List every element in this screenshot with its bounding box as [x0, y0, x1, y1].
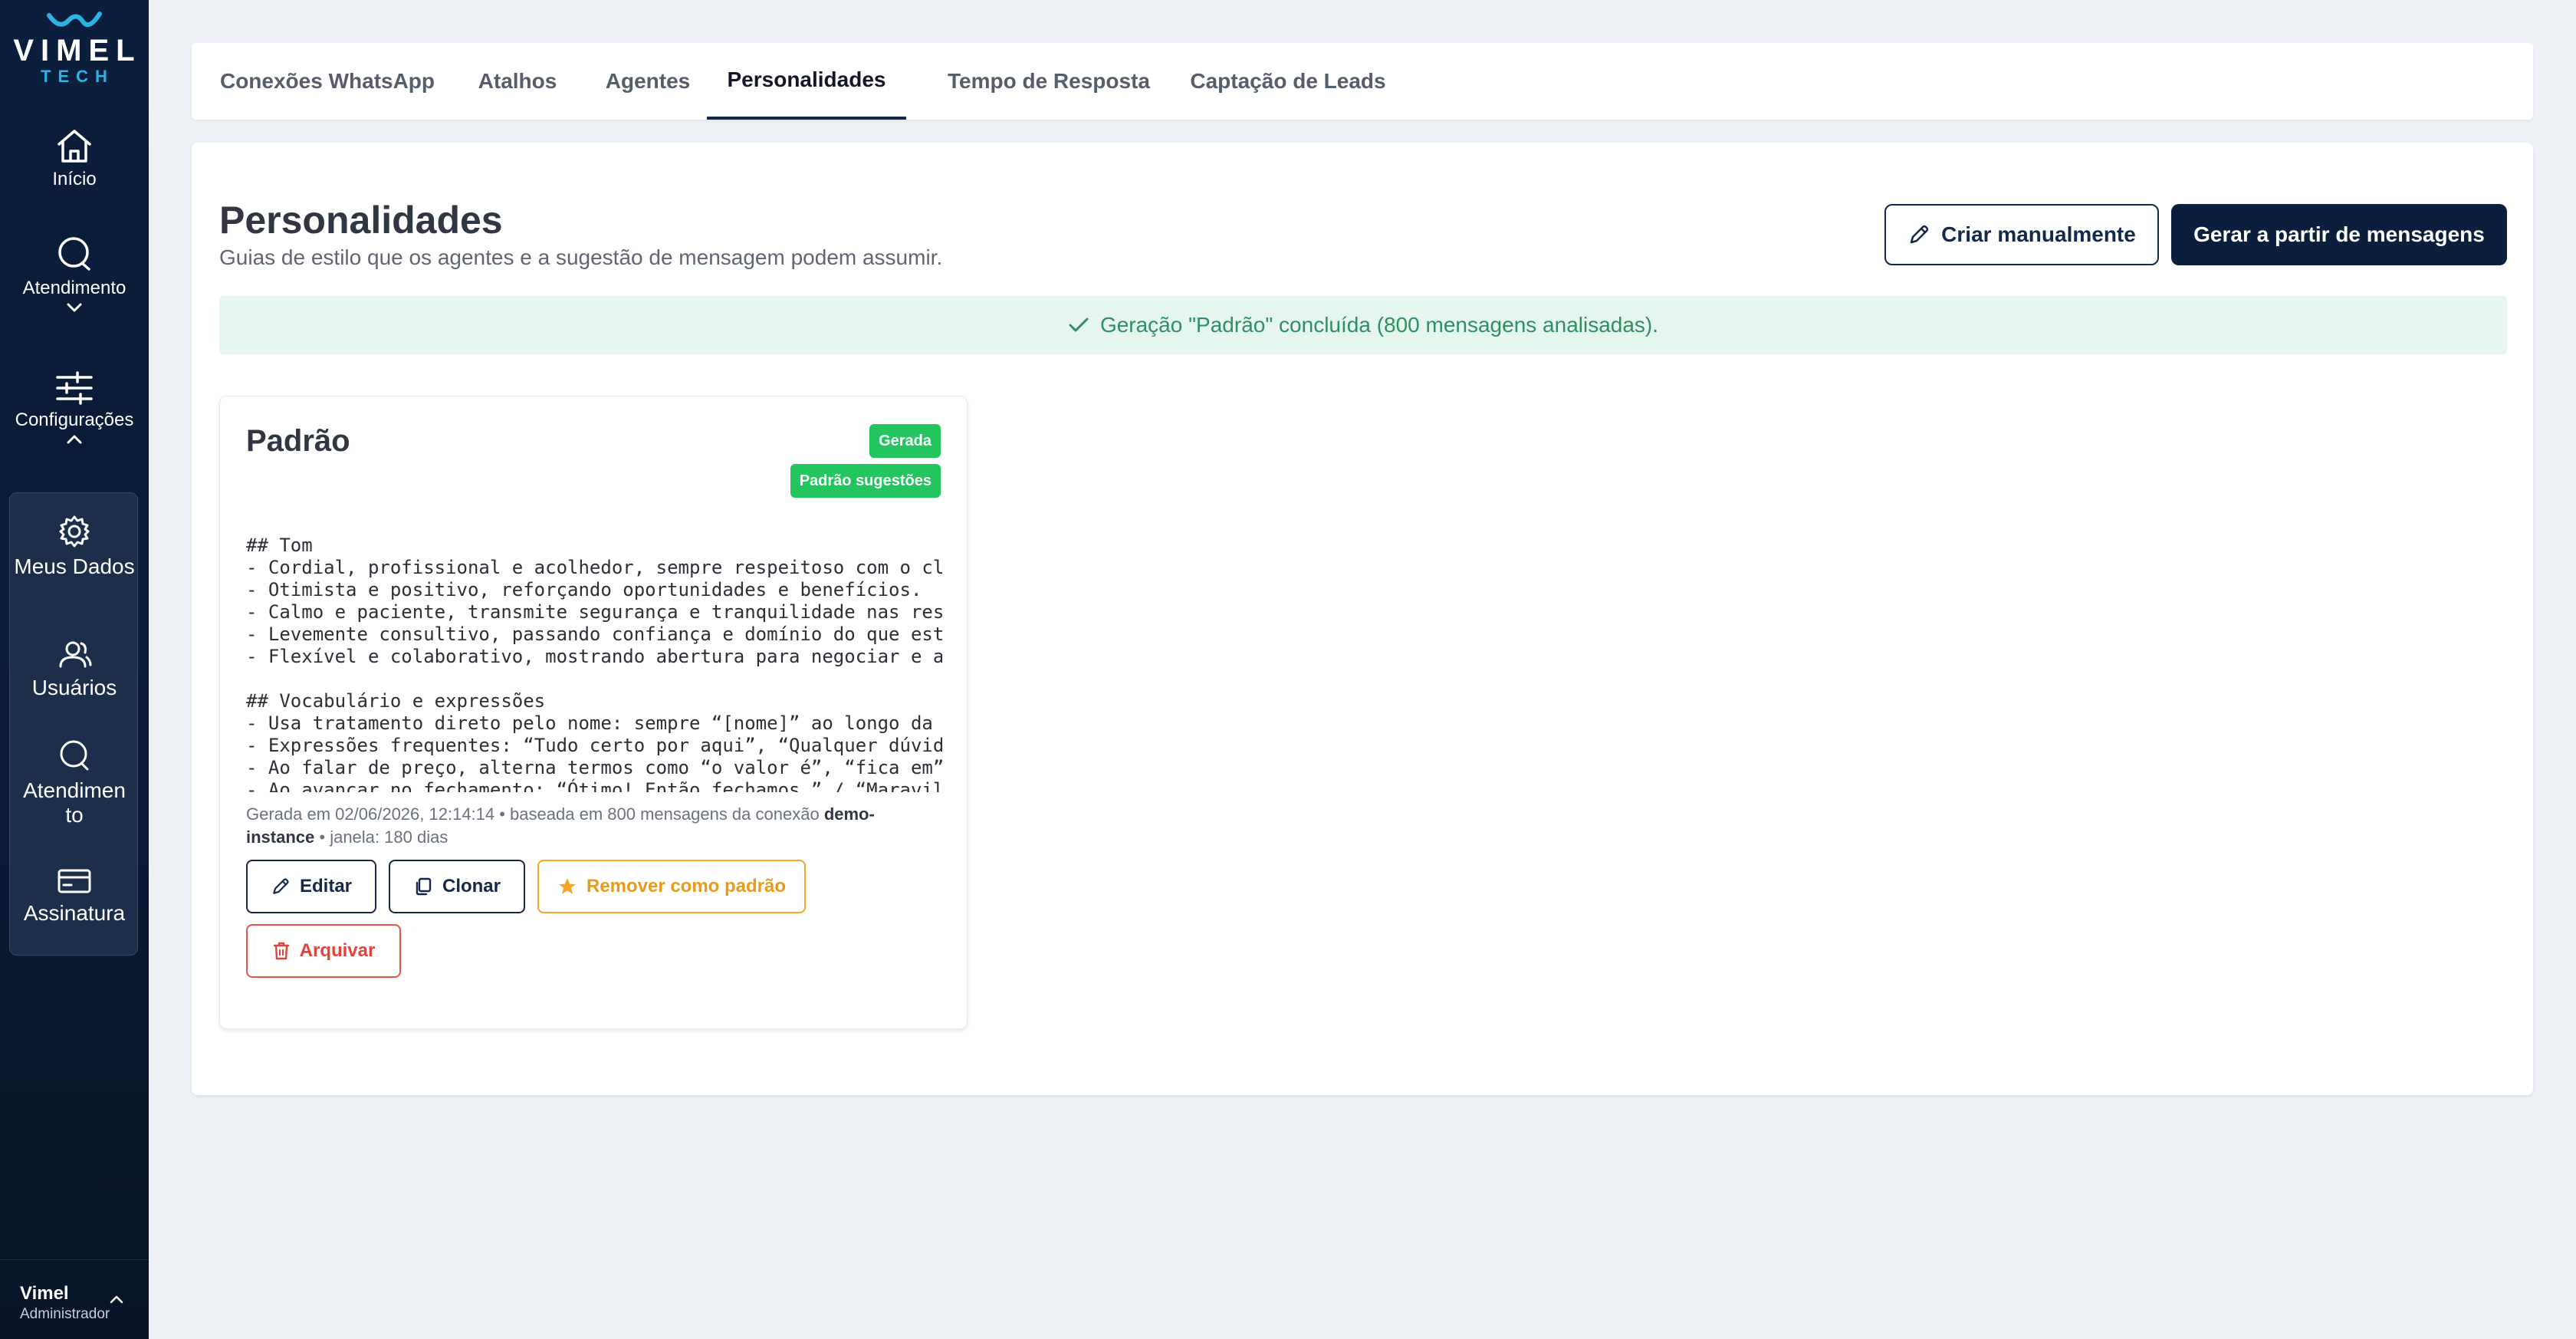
generate-from-messages-button[interactable]: Gerar a partir de mensagens: [2171, 204, 2507, 265]
user-role: Administrador: [20, 1306, 110, 1322]
sidebar-item-atendimento[interactable]: Atendimento: [0, 235, 149, 313]
sidebar-item-label: Início: [52, 169, 97, 189]
personalities-panel: Personalidades Guias de estilo que os ag…: [192, 143, 2533, 1095]
sidebar-item-configuracoes[interactable]: Configurações: [0, 371, 149, 445]
settings-tabs: Conexões WhatsApp Atalhos Agentes Person…: [192, 43, 2533, 120]
create-manually-button[interactable]: Criar manualmente: [1884, 204, 2159, 265]
page-subtitle: Guias de estilo que os agentes e a suges…: [219, 245, 943, 269]
submenu-item-label: Atendimento: [23, 778, 126, 827]
tab-personalidades[interactable]: Personalidades: [707, 43, 906, 120]
tab-captacao-de-leads[interactable]: Captação de Leads: [1165, 43, 1411, 120]
submenu-item-label: Meus Dados: [14, 554, 135, 578]
chat-icon: [58, 237, 90, 271]
tab-atalhos[interactable]: Atalhos: [460, 43, 575, 120]
brand-name: VIMEL: [13, 34, 142, 67]
tab-conexoes-whatsapp[interactable]: Conexões WhatsApp: [218, 43, 437, 120]
user-name: Vimel: [20, 1283, 69, 1304]
page-title: Personalidades: [219, 199, 503, 242]
edit-button[interactable]: Editar: [246, 860, 376, 913]
star-icon: [559, 878, 576, 894]
submenu-item-assinatura[interactable]: Assinatura: [10, 867, 139, 926]
edit-label: Editar: [299, 876, 352, 897]
tab-tempo-de-resposta[interactable]: Tempo de Resposta: [926, 43, 1171, 120]
sidebar-item-label: Atendimento: [22, 278, 127, 298]
archive-button[interactable]: Arquivar: [246, 924, 401, 978]
settings-submenu: Meus Dados Usuários Atendimento Assinatu…: [9, 492, 138, 956]
generate-label: Gerar a partir de mensagens: [2193, 222, 2485, 246]
chat-icon: [60, 740, 89, 771]
submenu-item-label: Usuários: [31, 676, 117, 699]
user-menu[interactable]: Vimel Administrador: [0, 1259, 149, 1339]
archive-label: Arquivar: [299, 940, 376, 961]
default-suggestions-badge: Padrão sugestões: [790, 464, 941, 498]
remove-default-label: Remover como padrão: [586, 876, 787, 897]
sliders-icon: [56, 371, 93, 405]
chevron-up-icon: [110, 1295, 123, 1304]
wave-logo-icon: [47, 12, 102, 28]
clone-button[interactable]: Clonar: [389, 860, 525, 913]
personality-card: Padrão Gerada Padrão sugestões ## Tom - …: [219, 396, 968, 1029]
trash-icon: [273, 942, 289, 960]
alert-text: Geração "Padrão" concluída (800 mensagen…: [1099, 313, 1659, 337]
personality-content[interactable]: ## Tom - Cordial, profissional e acolhed…: [246, 535, 942, 792]
success-alert: Geração "Padrão" concluída (800 mensagen…: [219, 296, 2507, 354]
meta-prefix: Gerada em 02/06/2026, 12:14:14 • baseada…: [246, 804, 824, 824]
tab-agentes[interactable]: Agentes: [590, 43, 705, 120]
copy-icon: [416, 877, 432, 896]
submenu-item-meus-dados[interactable]: Meus Dados: [10, 515, 139, 579]
submenu-item-usuarios[interactable]: Usuários: [10, 639, 139, 700]
submenu-item-label: Assinatura: [23, 901, 126, 925]
pencil-icon: [1910, 225, 1929, 244]
pencil-icon: [273, 878, 289, 894]
brand-logo[interactable]: VIMEL TECH: [0, 11, 149, 86]
meta-suffix: • janela: 180 dias: [314, 827, 449, 847]
remove-default-button[interactable]: Remover como padrão: [537, 860, 806, 913]
brand-sub: TECH: [41, 67, 114, 86]
users-icon: [59, 641, 92, 668]
sidebar: VIMEL TECH Início Atendimento Configuraç…: [0, 0, 149, 1339]
credit-card-icon: [58, 869, 91, 893]
generated-badge: Gerada: [869, 424, 941, 458]
home-icon: [58, 130, 91, 163]
sidebar-item-label: Configurações: [15, 410, 134, 430]
sidebar-item-inicio[interactable]: Início: [0, 127, 149, 190]
personality-title: Padrão: [246, 424, 350, 458]
submenu-item-atendimento[interactable]: Atendimento: [10, 739, 139, 827]
chevron-up-icon: [67, 435, 82, 444]
gear-icon: [59, 515, 90, 548]
personality-meta: Gerada em 02/06/2026, 12:14:14 • baseada…: [246, 803, 942, 849]
clone-label: Clonar: [442, 876, 501, 897]
chevron-down-icon: [67, 303, 82, 312]
create-manually-label: Criar manualmente: [1941, 222, 2136, 246]
check-icon: [1069, 317, 1089, 332]
